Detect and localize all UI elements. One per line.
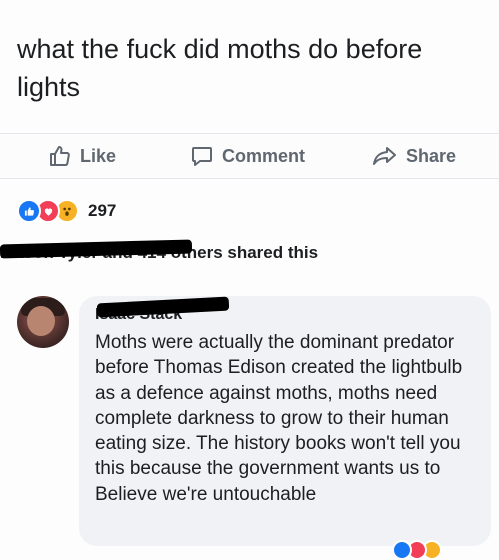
avatar[interactable] — [17, 296, 69, 348]
post-text: what the fuck did moths do before lights — [17, 34, 423, 102]
like-button[interactable]: Like — [48, 144, 116, 168]
comment-label: Comment — [222, 145, 306, 166]
comment-reactions[interactable] — [392, 540, 442, 560]
share-button[interactable]: Share — [372, 144, 456, 168]
comment-button[interactable]: Comment — [190, 144, 305, 168]
reaction-count: 297 — [88, 201, 117, 220]
comment-text: Moths were actually the dominant predato… — [95, 332, 463, 505]
share-icon — [373, 147, 396, 165]
thumbs-up-icon — [50, 146, 70, 166]
post-action-bar: Like Comment Share — [0, 133, 499, 179]
comment-bubble: Isaac Stack Moths were actually the domi… — [79, 296, 491, 546]
reactions-summary[interactable]: 297 — [17, 199, 116, 223]
like-label: Like — [80, 145, 117, 166]
comment-icon — [192, 147, 212, 166]
share-label: Share — [406, 145, 457, 166]
like-icon — [392, 540, 412, 560]
like-icon — [17, 199, 41, 223]
